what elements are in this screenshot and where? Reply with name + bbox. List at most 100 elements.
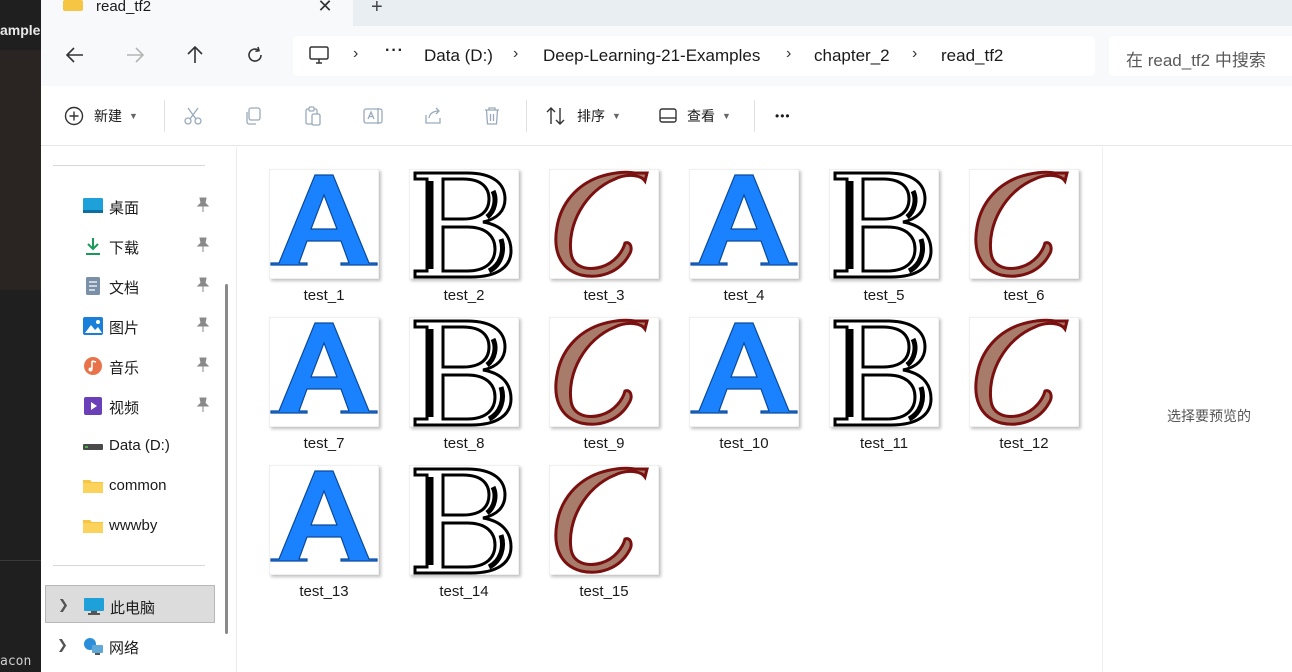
background-window-text: acon [0,654,32,669]
sidebar-item-data-drive[interactable]: Data (D:) [41,426,231,464]
sidebar-item-music[interactable]: 音乐 [41,346,231,384]
sidebar-item-network[interactable]: ❯ 网络 [41,626,231,664]
delete-button[interactable] [483,86,501,146]
breadcrumb-separator: › [786,45,792,62]
pin-icon [196,277,210,292]
command-bar: 新建 ▼ 排序 ▼ 查看 ▼ ••• [41,86,1292,146]
tab-read-tf2[interactable]: read_tf2 ✕ [41,0,353,26]
file-name: test_5 [863,287,905,304]
pin-icon [196,197,210,212]
paste-button[interactable] [303,86,323,146]
folder-icon [83,480,103,493]
cut-button[interactable] [183,86,203,146]
background-window-divider [0,560,41,561]
address-bar[interactable]: › ··· Data (D:) › Deep-Learning-21-Examp… [293,36,1095,76]
pictures-icon [83,317,103,335]
image-thumbnail-c [548,316,660,428]
pin-icon [196,357,210,372]
sidebar-item-pictures[interactable]: 图片 [41,306,231,344]
file-item[interactable]: test_8 [379,305,520,453]
view-button[interactable]: 查看 ▼ [659,86,731,146]
tab-title: read_tf2 [96,0,152,15]
refresh-button[interactable] [240,40,270,70]
plus-circle-icon [64,106,84,126]
back-button[interactable] [60,40,90,70]
image-thumbnail-b [408,168,520,280]
close-tab-button[interactable]: ✕ [317,0,333,17]
file-item[interactable]: test_10 [659,305,800,453]
breadcrumb-data-drive[interactable]: Data (D:) [424,46,493,66]
scissors-icon [184,107,202,125]
image-thumbnail-c [548,168,660,280]
sidebar-item-desktop[interactable]: 桌面 [41,186,231,224]
image-thumbnail-b [828,316,940,428]
desktop-icon [83,198,103,213]
file-item[interactable]: test_2 [379,157,520,305]
download-icon [86,238,100,255]
file-item[interactable]: test_9 [519,305,660,453]
image-thumbnail-a [268,168,380,280]
file-item[interactable]: test_6 [939,157,1080,305]
sort-button[interactable]: 排序 ▼ [545,86,621,146]
file-item[interactable]: test_7 [239,305,380,453]
file-item[interactable]: test_14 [379,453,520,601]
image-thumbnail-c [968,168,1080,280]
refresh-icon [248,46,262,62]
search-box[interactable]: 在 read_tf2 中搜索 [1109,36,1292,76]
breadcrumb-chapter-2[interactable]: chapter_2 [814,46,890,66]
background-window: ample acon [0,0,41,672]
folder-icon [63,0,83,11]
up-button[interactable] [180,40,210,70]
file-item[interactable]: test_3 [519,157,660,305]
share-icon [425,107,441,124]
new-button-label: 新建 [94,108,122,124]
file-item[interactable]: test_12 [939,305,1080,453]
file-item[interactable]: test_15 [519,453,660,601]
forward-button[interactable] [120,40,150,70]
chevron-right-icon: ❯ [57,637,68,652]
breadcrumb-deep-learning[interactable]: Deep-Learning-21-Examples [543,46,760,66]
sidebar-item-label: common [109,477,167,494]
copy-icon [246,107,261,125]
image-thumbnail-a [268,316,380,428]
copy-button[interactable] [243,86,263,146]
tab-bar: read_tf2 ✕ + [41,0,1292,26]
new-tab-button[interactable]: + [371,0,383,19]
breadcrumb-separator: › [353,45,359,62]
breadcrumb-separator: › [912,45,918,62]
sidebar-item-wwwby[interactable]: wwwby [41,506,231,544]
pin-icon [196,397,210,412]
breadcrumb-read-tf2[interactable]: read_tf2 [941,46,1003,66]
file-item[interactable]: test_5 [799,157,940,305]
image-thumbnail-a [268,464,380,576]
share-button[interactable] [423,86,443,146]
rename-icon [363,108,383,124]
sidebar-item-label: 视频 [109,400,140,417]
drive-icon [83,444,103,450]
breadcrumb-separator: › [513,45,519,62]
sidebar-scrollbar[interactable] [225,284,228,634]
this-pc-icon [84,598,104,615]
sidebar-item-videos[interactable]: 视频 [41,386,231,424]
file-item[interactable]: test_1 [239,157,380,305]
sidebar-item-downloads[interactable]: 下载 [41,226,231,264]
chevron-down-icon: ▼ [722,111,731,121]
toolbar-divider [754,100,755,132]
sidebar-item-documents[interactable]: 文档 [41,266,231,304]
file-name: test_14 [439,583,489,600]
breadcrumb-overflow-button[interactable]: ··· [385,42,404,60]
sidebar-item-this-pc[interactable]: ❯ 此电脑 [45,585,215,623]
rename-button[interactable] [363,86,385,146]
image-thumbnail-b [828,168,940,280]
more-options-button[interactable]: ••• [775,86,791,146]
sort-button-label: 排序 [577,108,605,124]
file-explorer-window: read_tf2 ✕ + › ··· Data (D:) › Deep-Lear… [41,0,1292,672]
file-item[interactable]: test_11 [799,305,940,453]
file-item[interactable]: test_4 [659,157,800,305]
new-button[interactable]: 新建 ▼ [64,86,138,146]
video-icon [84,397,102,415]
file-item[interactable]: test_13 [239,453,380,601]
file-name: test_10 [719,435,769,452]
sidebar-item-label: 桌面 [109,200,140,217]
sidebar-item-common[interactable]: common [41,466,231,504]
